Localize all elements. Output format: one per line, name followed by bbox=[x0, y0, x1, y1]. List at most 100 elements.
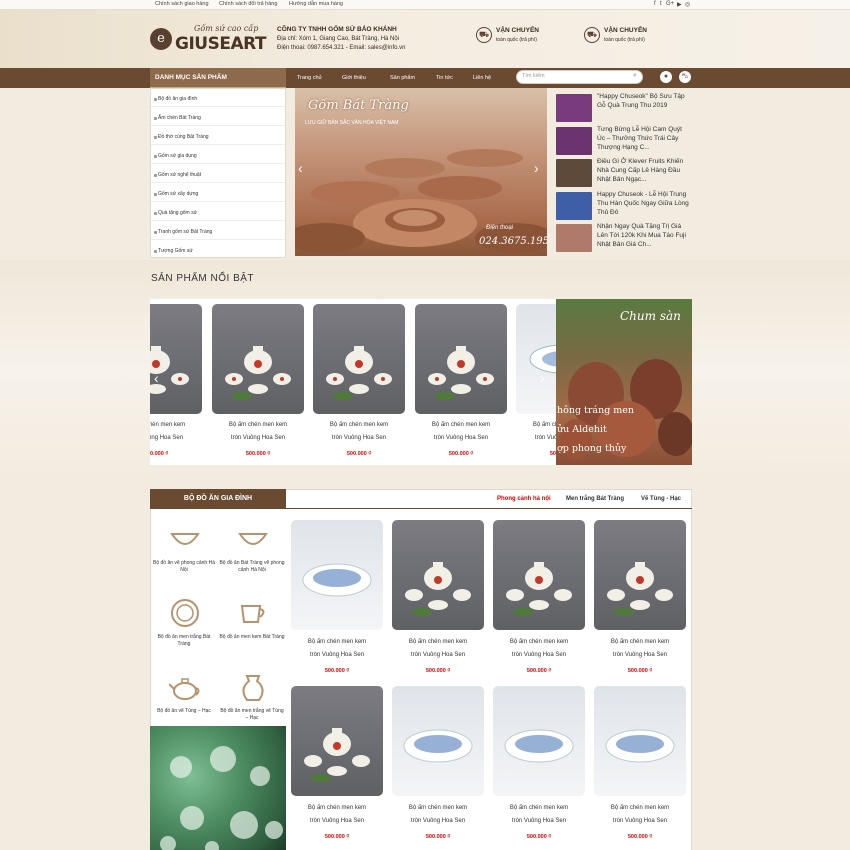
product-name[interactable]: Bộ ấm chén men kem bbox=[487, 802, 591, 815]
product-graphic bbox=[304, 728, 370, 782]
cup-icon-graphic bbox=[240, 605, 265, 623]
category-item[interactable]: Bộ đồ ăn gia đình bbox=[158, 96, 197, 102]
product-name[interactable]: tròn Vuông Hoa Sen bbox=[487, 649, 591, 662]
category-item[interactable]: Gốm sứ gia dụng bbox=[158, 153, 197, 159]
nav-products[interactable]: Sản phẩm bbox=[390, 75, 415, 81]
news-thumbnail[interactable] bbox=[556, 224, 592, 252]
family-category-label[interactable]: Bộ đồ ăn men trắng Bát Tràng bbox=[151, 634, 217, 648]
product-name[interactable]: Bộ ấm chén men kem bbox=[588, 636, 692, 649]
product-graphic bbox=[302, 563, 372, 597]
tableware-graphic bbox=[205, 841, 219, 850]
company-address: Địa chỉ: Xóm 1, Giang Cao, Bát Tràng, Hà… bbox=[277, 36, 400, 42]
logo-icon[interactable]: e bbox=[150, 28, 172, 50]
tab-pine-crane[interactable]: Vẽ Tùng - Hạc bbox=[641, 496, 681, 502]
carousel-prev-icon[interactable]: ‹ bbox=[154, 370, 159, 386]
promo-title: Chum sàn bbox=[620, 309, 681, 323]
product-name[interactable]: tròn Vuông Hoa Sen bbox=[386, 649, 490, 662]
family-category-label[interactable]: Bộ đồ ăn vẽ phong cảnh Hà Nội bbox=[151, 560, 217, 574]
teapot-icon[interactable] bbox=[168, 672, 201, 702]
product-graphic bbox=[506, 562, 572, 616]
tab-white-glaze[interactable]: Men trắng Bát Tràng bbox=[566, 496, 624, 502]
category-bullet-icon bbox=[154, 174, 157, 177]
truck-icon: ⛟ bbox=[584, 27, 600, 43]
category-item[interactable]: Gốm sứ nghệ thuật bbox=[158, 172, 201, 178]
category-item[interactable]: Quà tặng gốm sứ bbox=[158, 210, 197, 216]
product-name[interactable]: Bộ ấm chén men kem bbox=[285, 636, 389, 649]
product-image[interactable] bbox=[594, 520, 686, 630]
plate-icon-graphic bbox=[171, 599, 199, 627]
product-image[interactable] bbox=[493, 686, 585, 796]
product-name[interactable]: tròn Vuông Hoa Sen bbox=[386, 815, 490, 828]
family-category-label[interactable]: Bộ đồ ăn vẽ Tùng – Hạc bbox=[151, 708, 217, 715]
news-title[interactable]: Happy Chuseok - Lễ Hội Trung Thu Hàn Quố… bbox=[597, 190, 689, 218]
product-name[interactable]: tròn Vuông Hoa Sen bbox=[285, 815, 389, 828]
family-category-label[interactable]: Bộ đồ ăn men kem Bát Tràng bbox=[219, 634, 285, 641]
category-bullet-icon bbox=[154, 136, 157, 139]
cup-icon[interactable] bbox=[237, 598, 269, 628]
news-title[interactable]: Điều Gì Ở Klever Fruits Khiến Nhà Cung C… bbox=[597, 157, 689, 185]
product-image[interactable] bbox=[392, 520, 484, 630]
product-image[interactable] bbox=[594, 686, 686, 796]
product-name[interactable]: tròn Vuông Hoa Sen bbox=[588, 815, 692, 828]
logo-text[interactable]: GIUSEART bbox=[175, 34, 267, 54]
logo-tagline: Gốm sứ cao cấp bbox=[194, 24, 259, 33]
product-name[interactable]: tròn Vuông Hoa Sen bbox=[285, 649, 389, 662]
family-category-label[interactable]: Bộ đồ ăn men trắng vẽ Tùng – Hạc bbox=[219, 708, 285, 722]
cart-icon[interactable]: ⛍ bbox=[679, 71, 691, 83]
news-title[interactable]: Nhận Ngay Quà Tặng Trị Giá Lên Tới 120k … bbox=[597, 222, 689, 250]
news-title[interactable]: Tưng Bừng Lễ Hội Cam Quýt Úc – Thưởng Th… bbox=[597, 125, 689, 153]
product-name[interactable]: tròn Vuông Hoa Sen bbox=[588, 649, 692, 662]
product-price: 500.000 ₫ bbox=[425, 834, 451, 840]
main-nav bbox=[0, 68, 850, 88]
category-item[interactable]: Ấm chén Bát Tràng bbox=[158, 115, 201, 121]
search-icon[interactable]: ⌕ bbox=[633, 72, 637, 80]
bowl-outline-icon[interactable] bbox=[237, 524, 269, 554]
category-menu-title[interactable]: DANH MỤC SẢN PHẨM bbox=[150, 68, 286, 88]
news-thumbnail[interactable] bbox=[556, 159, 592, 187]
news-title[interactable]: "Happy Chuseok" Bộ Sưu Tập Gỗ Quà Trung … bbox=[597, 92, 689, 120]
vase-icon[interactable] bbox=[237, 672, 269, 702]
tab-hanoi-scenery[interactable]: Phong cảnh hà nội bbox=[497, 496, 551, 502]
product-name[interactable]: Bộ ấm chén men kem bbox=[285, 802, 389, 815]
product-graphic bbox=[403, 729, 473, 763]
promo-line: ửu Aldehit bbox=[557, 424, 607, 435]
family-side-image[interactable] bbox=[150, 726, 286, 850]
nav-home[interactable]: Trang chủ bbox=[297, 75, 322, 81]
product-image[interactable] bbox=[291, 520, 383, 630]
policy-link-shipping[interactable]: Chính sách giao hàng bbox=[155, 1, 209, 7]
category-item[interactable]: Gốm sứ xây dựng bbox=[158, 191, 198, 197]
youtube-icon[interactable]: ▶ bbox=[677, 1, 682, 8]
banner-prev-icon[interactable]: ‹ bbox=[298, 160, 303, 176]
product-name[interactable]: Bộ ấm chén men kem bbox=[386, 802, 490, 815]
promo-banner[interactable] bbox=[556, 299, 692, 465]
guide-link[interactable]: Hướng dẫn mua hàng bbox=[289, 1, 343, 7]
carousel-next-icon[interactable]: › bbox=[540, 370, 545, 386]
twitter-icon[interactable]: t bbox=[660, 1, 662, 7]
nav-contact[interactable]: Liên hệ bbox=[473, 75, 491, 81]
banner-next-icon[interactable]: › bbox=[534, 160, 539, 176]
news-thumbnail[interactable] bbox=[556, 191, 592, 220]
policy-link-return[interactable]: Chính sách đổi trả hàng bbox=[219, 1, 277, 7]
product-image[interactable] bbox=[493, 520, 585, 630]
bowl-icon[interactable] bbox=[169, 524, 201, 554]
news-thumbnail[interactable] bbox=[556, 126, 592, 155]
nav-news[interactable]: Tin tức bbox=[436, 75, 453, 81]
product-name[interactable]: Bộ ấm chén men kem bbox=[386, 636, 490, 649]
category-divider bbox=[151, 125, 285, 126]
google-plus-icon[interactable]: G+ bbox=[666, 1, 674, 7]
category-item[interactable]: Tượng Gốm sứ bbox=[158, 248, 193, 254]
category-item[interactable]: Tranh gốm sứ Bát Tràng bbox=[158, 229, 212, 235]
facebook-icon[interactable]: f bbox=[654, 1, 656, 7]
plate-icon[interactable] bbox=[169, 598, 201, 628]
product-name[interactable]: tròn Vuông Hoa Sen bbox=[487, 815, 591, 828]
user-icon[interactable]: ● bbox=[660, 71, 672, 83]
product-name[interactable]: Bộ ấm chén men kem bbox=[487, 636, 591, 649]
product-name[interactable]: Bộ ấm chén men kem bbox=[588, 802, 692, 815]
product-image[interactable] bbox=[392, 686, 484, 796]
category-item[interactable]: Đồ thờ cúng Bát Tràng bbox=[158, 134, 209, 140]
instagram-icon[interactable]: ◎ bbox=[685, 1, 690, 8]
family-category-label[interactable]: Bộ đồ ăn Bát Tràng vẽ phong cảnh Hà Nội bbox=[219, 560, 285, 574]
product-image[interactable] bbox=[291, 686, 383, 796]
news-thumbnail[interactable] bbox=[556, 94, 592, 122]
nav-about[interactable]: Giới thiệu bbox=[342, 75, 366, 81]
